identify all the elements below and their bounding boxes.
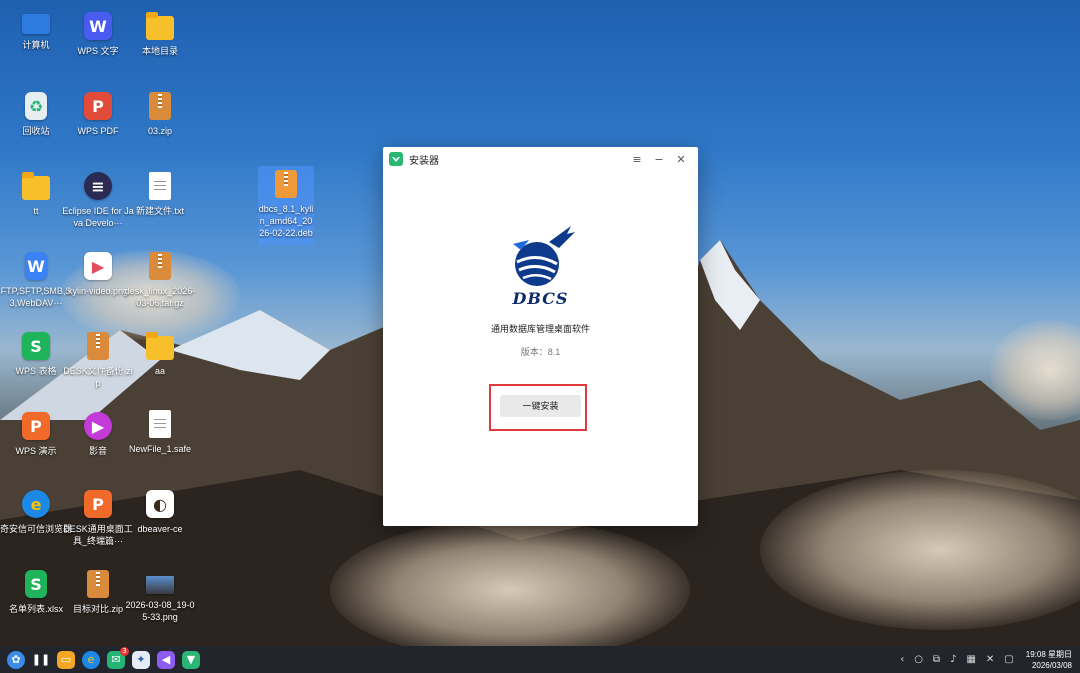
desktop-icon-desk-tar-gz[interactable]: desk_linux_2026-03-06.tar.gz	[125, 252, 195, 309]
close-icon[interactable]: ✕	[670, 153, 692, 166]
desktop-icon-new-txt[interactable]: 新建文件.txt	[126, 172, 194, 217]
menu-icon[interactable]: ≡	[626, 153, 648, 166]
notification-icon[interactable]: ▢	[1004, 654, 1013, 665]
wps-spreadsheet-icon: S	[22, 332, 50, 360]
zip-file-icon	[87, 332, 109, 360]
desktop-icon-media-player[interactable]: ▶ 影音	[64, 412, 132, 457]
wps-pdf-icon: P	[84, 92, 112, 120]
mail-icon[interactable]: ✉ 3	[107, 646, 129, 669]
spreadsheet-file-icon: S	[25, 570, 47, 598]
archive-file-icon	[149, 252, 171, 280]
one-click-install-button[interactable]: 一键安装	[500, 395, 581, 417]
system-tray: ‹ ○ ⧉ ♪ ▦ ✕ ▢ 19:08 星期日 2026/03/08	[890, 646, 1072, 673]
desktop-icon-wps-writer[interactable]: W WPS 文字	[64, 12, 132, 57]
desktop-icon-wps-spreadsheet[interactable]: S WPS 表格	[2, 332, 70, 377]
folder-icon	[22, 172, 50, 200]
zip-file-icon	[87, 570, 109, 598]
app-description: 通用数据库管理桌面软件	[490, 324, 590, 334]
installer-taskbar-icon[interactable]: ▼	[182, 650, 200, 669]
titlebar: 安装器 ≡ − ✕	[383, 147, 698, 171]
wps-writer-icon: W	[84, 12, 112, 40]
keyboard-icon[interactable]: ▦	[966, 654, 975, 665]
desktop-icon-computer[interactable]: 计算机	[2, 14, 70, 51]
desktop-icon-wps-presentation[interactable]: P WPS 演示	[2, 412, 70, 457]
wps-presentation-icon: P	[22, 412, 50, 440]
browser-icon: e	[22, 490, 50, 518]
version-label: 版本：8.1	[520, 347, 561, 357]
clock-time: 19:08 星期日	[1025, 649, 1072, 659]
network-icon[interactable]: ✕	[986, 654, 994, 665]
installer-app-icon	[389, 152, 403, 166]
start-menu-icon[interactable]: ✿	[7, 650, 25, 669]
multitask-view-icon[interactable]: ❚❚	[32, 651, 50, 669]
clock[interactable]: 19:08 星期日 2026/03/08	[1026, 649, 1072, 671]
minimize-icon[interactable]: −	[648, 153, 670, 166]
desktop-icon-aa-folder[interactable]: aa	[126, 332, 194, 377]
browser-icon[interactable]: e	[82, 650, 100, 669]
clock-date: 2026/03/08	[1031, 660, 1072, 670]
wallpaper-cloud	[330, 520, 690, 660]
deb-package-icon	[275, 170, 297, 198]
desktop-icon-wps-pdf[interactable]: P WPS PDF	[64, 92, 132, 137]
desktop-icon-local-folder[interactable]: 本地目录	[126, 12, 194, 57]
image-file-icon: ▶	[84, 252, 112, 280]
installer-window: 安装器 ≡ − ✕ DBCS 通用数据库管理桌面软件 版本：8.1 一键安装	[383, 147, 698, 526]
desktop-icon-target-zip[interactable]: 目标对比.zip	[64, 570, 132, 615]
computer-icon	[22, 14, 50, 34]
volume-icon[interactable]: ♪	[950, 654, 956, 665]
search-icon[interactable]: ○	[914, 654, 923, 665]
mail-badge: 3	[120, 646, 129, 656]
desktop-icon-desk-backup-zip[interactable]: DESK文件备份.zip	[63, 332, 133, 389]
desktop-icon-newfile-safe[interactable]: NewFile_1.safe	[126, 410, 194, 455]
folder-icon	[146, 332, 174, 360]
zip-file-icon	[149, 92, 171, 120]
file-manager-icon[interactable]: ▭	[57, 650, 75, 669]
desktop-icon-dbcs-deb[interactable]: dbcs_8.1_kylin_amd64_2026-02-22.deb	[258, 166, 314, 245]
desktop-icon-screenshot-png[interactable]: 2026-03-08_19-05-33.png	[125, 576, 195, 623]
media-app-icon[interactable]: ◀	[157, 650, 175, 669]
dbeaver-icon: ◐	[146, 490, 174, 518]
window-title: 安装器	[409, 155, 439, 167]
text-file-icon	[149, 172, 171, 200]
folder-icon	[146, 12, 174, 40]
taskbar: ✿ ❚❚ ▭ e ✉ 3 ✦ ◀ ▼ ‹ ○ ⧉ ♪ ▦ ✕ ▢ 19:08 星期…	[0, 646, 1080, 673]
wps-presentation-icon: P	[84, 490, 112, 518]
desktop-icon-qianxin-browser[interactable]: e 奇安信可信浏览器	[0, 490, 72, 535]
image-thumbnail-icon	[146, 576, 174, 594]
desktop-icon-dbeaver[interactable]: ◐ dbeaver-ce	[126, 490, 194, 535]
desktop-icon-kylin-video[interactable]: ▶ kylin-video.png	[64, 252, 132, 297]
desktop-icon-03-zip[interactable]: 03.zip	[126, 92, 194, 137]
desktop-icon-desk-terminal-doc[interactable]: P DESK通用桌面工具_终端篇···	[63, 490, 133, 547]
wps-doc-icon: W	[25, 252, 47, 280]
assistant-icon[interactable]: ✦	[132, 650, 150, 669]
media-player-icon: ▶	[84, 412, 112, 440]
desktop-icon-eclipse[interactable]: ≡ Eclipse IDE for Java Develo···	[62, 172, 134, 229]
desktop-icon-tt-folder[interactable]: tt	[2, 172, 70, 217]
clipboard-icon[interactable]: ⧉	[933, 654, 940, 665]
file-icon	[149, 410, 171, 438]
tray-expand-icon[interactable]: ‹	[900, 654, 904, 665]
desktop-icon-namelist-xlsx[interactable]: S 名单列表.xlsx	[2, 570, 70, 615]
eclipse-icon: ≡	[84, 172, 112, 200]
desktop-icon-recycle-bin[interactable]: ♻ 回收站	[2, 92, 70, 137]
desktop-icon-ftp-tool[interactable]: W FTP,SFTP,SMB,S3,WebDAV···	[1, 252, 71, 309]
recycle-bin-icon: ♻	[25, 92, 47, 120]
logo-wordmark: DBCS	[512, 289, 569, 308]
